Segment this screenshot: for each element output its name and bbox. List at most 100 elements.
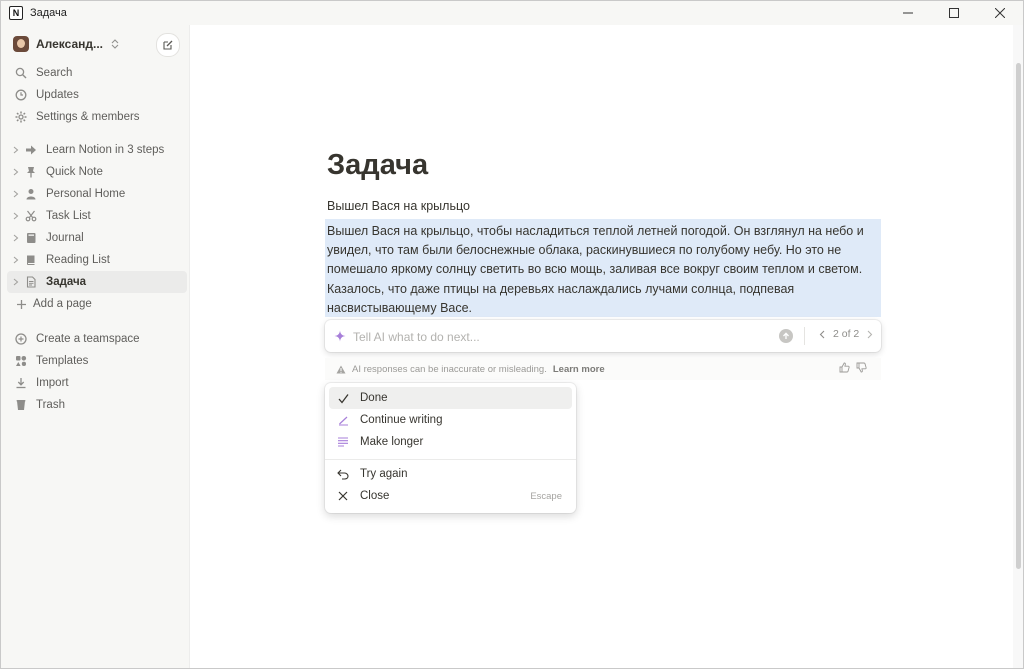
shortcut-hint: Escape	[530, 490, 562, 502]
chevron-right-icon[interactable]	[11, 230, 21, 246]
check-icon	[335, 390, 351, 406]
ai-actions-menu: Done Continue writing Make longer Try ag…	[325, 383, 576, 513]
person-icon	[23, 186, 39, 202]
sidebar-item-label: Personal Home	[46, 188, 126, 200]
notice-text: AI responses can be inaccurate or mislea…	[352, 363, 547, 375]
avatar	[13, 36, 29, 52]
menu-item-done[interactable]: Done	[329, 387, 572, 409]
sidebar-item-personal-home[interactable]: Personal Home	[7, 183, 187, 205]
chevron-right-icon[interactable]	[11, 208, 21, 224]
clock-icon	[13, 87, 29, 103]
menu-item-label: Continue writing	[360, 414, 443, 426]
book-icon	[23, 252, 39, 268]
ai-prompt-input[interactable]	[351, 328, 735, 346]
text-block[interactable]: Вышел Вася на крыльцо	[327, 199, 470, 213]
sidebar-item-label: Settings & members	[36, 111, 140, 123]
menu-item-try-again[interactable]: Try again	[329, 463, 572, 485]
sidebar-item-zadacha[interactable]: Задача	[7, 271, 187, 293]
thumbs-up-icon[interactable]	[839, 362, 850, 376]
minimize-button[interactable]	[885, 1, 931, 25]
warning-icon	[336, 365, 346, 374]
ai-generated-text[interactable]: Вышел Вася на крыльцо, чтобы насладиться…	[327, 222, 867, 318]
learn-more-link[interactable]: Learn more	[553, 364, 605, 375]
workspace-name: Александ...	[36, 37, 104, 51]
sidebar-item-label: Trash	[36, 399, 65, 411]
sidebar-item-label: Search	[36, 67, 73, 79]
sidebar-item-trash[interactable]: Trash	[7, 394, 187, 416]
chevron-right-icon[interactable]	[11, 252, 21, 268]
menu-item-close[interactable]: Close Escape	[329, 485, 572, 507]
menu-item-label: Close	[360, 490, 390, 502]
pin-icon	[23, 164, 39, 180]
arrow-right-icon	[23, 142, 39, 158]
maximize-icon	[949, 8, 959, 18]
pager-label: 2 of 2	[833, 328, 860, 340]
app-window: N Задача Александ... Search Updates Sett…	[0, 0, 1024, 669]
sidebar-item-label: Import	[36, 377, 69, 389]
search-icon	[13, 65, 29, 81]
chevron-right-icon[interactable]	[11, 274, 21, 290]
sidebar-item-label: Updates	[36, 89, 79, 101]
sidebar-item-templates[interactable]: Templates	[7, 350, 187, 372]
arrow-up-icon	[783, 332, 789, 339]
compose-icon	[163, 40, 173, 50]
sparkle-icon	[334, 329, 346, 347]
sidebar-item-learn-notion[interactable]: Learn Notion in 3 steps	[7, 139, 187, 161]
chevron-right-icon[interactable]	[11, 164, 21, 180]
chevron-right-icon[interactable]	[867, 330, 873, 339]
menu-item-label: Done	[360, 392, 388, 404]
menu-item-label: Try again	[360, 468, 408, 480]
undo-icon	[335, 466, 351, 482]
response-pager: 2 of 2	[815, 328, 877, 340]
close-window-button[interactable]	[977, 1, 1023, 25]
ai-notice: AI responses can be inaccurate or mislea…	[325, 358, 881, 380]
sidebar-item-journal[interactable]: Journal	[7, 227, 187, 249]
sidebar-item-create-teamspace[interactable]: Create a teamspace	[7, 328, 187, 350]
sidebar-item-quick-note[interactable]: Quick Note	[7, 161, 187, 183]
sidebar-item-reading-list[interactable]: Reading List	[7, 249, 187, 271]
sidebar-item-task-list[interactable]: Task List	[7, 205, 187, 227]
page-content: Задача Вышел Вася на крыльцо Вышел Вася …	[190, 25, 1013, 668]
thumbs-down-icon[interactable]	[856, 362, 867, 376]
chevron-left-icon[interactable]	[819, 330, 825, 339]
title-bar: N Задача	[1, 1, 1023, 25]
menu-divider	[325, 459, 576, 460]
chevron-updown-icon	[111, 39, 119, 49]
sidebar-item-label: Task List	[46, 210, 91, 222]
sidebar-item-label: Add a page	[33, 298, 92, 310]
sidebar-item-label: Templates	[36, 355, 89, 367]
menu-item-label: Make longer	[360, 436, 424, 448]
sidebar-item-label: Reading List	[46, 254, 110, 266]
scrollbar-thumb[interactable]	[1016, 63, 1021, 569]
send-button[interactable]	[779, 329, 793, 343]
import-icon	[13, 375, 29, 391]
menu-item-continue-writing[interactable]: Continue writing	[329, 409, 572, 431]
scissors-icon	[23, 208, 39, 224]
sidebar-item-label: Задача	[46, 276, 87, 288]
divider	[804, 327, 805, 345]
ai-prompt-bar: 2 of 2	[325, 320, 881, 352]
sidebar-item-search[interactable]: Search	[7, 62, 187, 84]
trash-icon	[13, 397, 29, 413]
scrollbar[interactable]	[1013, 25, 1023, 668]
sidebar-item-import[interactable]: Import	[7, 372, 187, 394]
menu-item-make-longer[interactable]: Make longer	[329, 431, 572, 453]
minimize-icon	[903, 12, 913, 14]
sidebar-item-settings[interactable]: Settings & members	[7, 106, 187, 128]
plus-icon	[13, 296, 29, 312]
gear-icon	[13, 109, 29, 125]
add-page-button[interactable]: Add a page	[7, 293, 187, 315]
sidebar-item-label: Learn Notion in 3 steps	[46, 144, 165, 156]
window-title: Задача	[30, 7, 67, 19]
new-page-button[interactable]	[156, 33, 180, 57]
sidebar-item-label: Journal	[46, 232, 84, 244]
close-icon	[995, 8, 1005, 18]
team-icon	[13, 331, 29, 347]
maximize-button[interactable]	[931, 1, 977, 25]
page-title[interactable]: Задача	[327, 149, 428, 182]
sidebar-item-updates[interactable]: Updates	[7, 84, 187, 106]
page-icon	[23, 274, 39, 290]
chevron-right-icon[interactable]	[11, 142, 21, 158]
sidebar-item-label: Quick Note	[46, 166, 103, 178]
chevron-right-icon[interactable]	[11, 186, 21, 202]
